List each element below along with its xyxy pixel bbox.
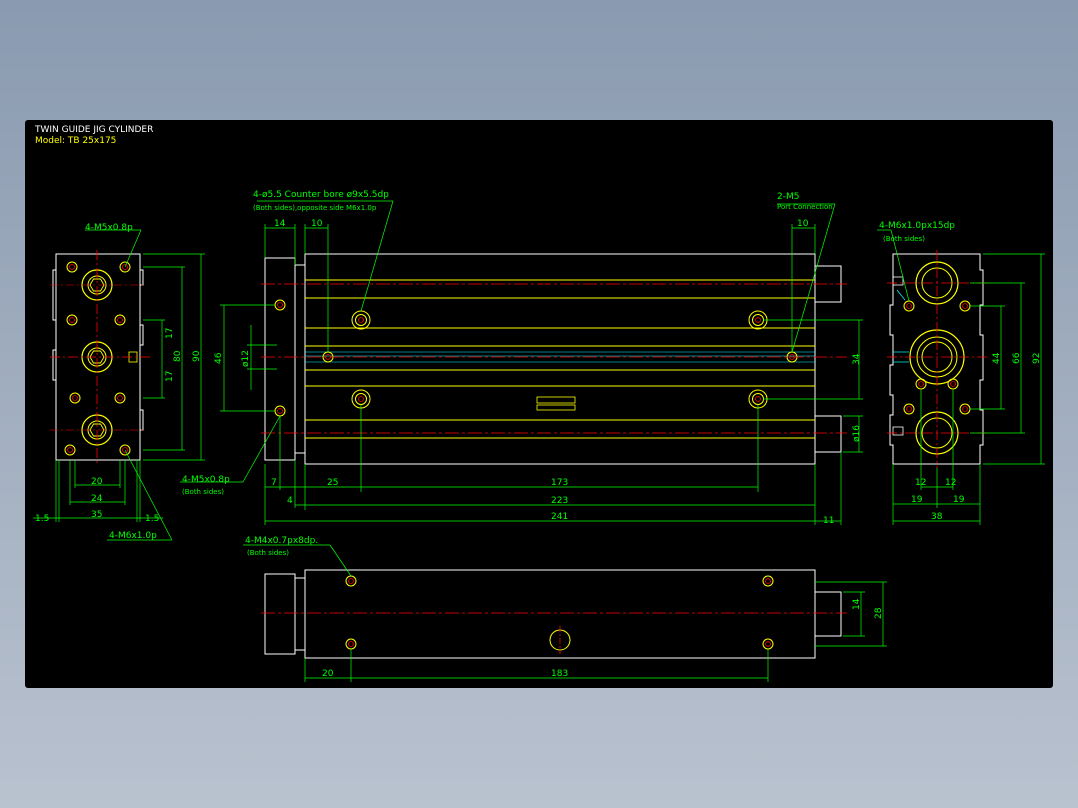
left-callout-top: 4-M5x0.8p	[85, 223, 133, 233]
left-callout-bottom: 4-M6x1.0p	[109, 531, 157, 541]
drawing-canvas: TWIN GUIDE JIG CYLINDER Model: TB 25x175	[25, 120, 1053, 688]
left-dim-90: 90	[192, 350, 202, 362]
right-dim-12b: 12	[945, 478, 956, 488]
front-dim-14: 14	[274, 219, 286, 229]
front-dim-223: 223	[551, 496, 568, 506]
front-callout-port-note: Port Connection	[777, 203, 833, 211]
front-dim-241: 241	[551, 512, 568, 522]
bottom-dim-14: 14	[852, 598, 862, 610]
front-dim-10b: 10	[797, 219, 809, 229]
front-dim-4: 4	[287, 496, 293, 506]
right-dim-19a: 19	[911, 495, 923, 505]
left-end-view	[33, 229, 205, 541]
front-dim-10a: 10	[311, 219, 323, 229]
front-dim-12: ø12	[241, 350, 251, 367]
front-dim-173: 173	[551, 478, 568, 488]
left-dim-17b: 17	[165, 371, 175, 382]
bottom-callout: 4-M4x0.7px8dp.	[245, 536, 318, 546]
right-dim-12a: 12	[915, 478, 926, 488]
front-dim-46: 46	[214, 352, 224, 364]
right-end-view	[877, 229, 1045, 525]
right-dim-19b: 19	[953, 495, 965, 505]
front-dim-7: 7	[271, 478, 277, 488]
left-dim-24: 24	[91, 494, 103, 504]
front-dim-16: ø16	[852, 425, 862, 442]
bottom-dim-183: 183	[551, 669, 568, 679]
right-dim-44: 44	[992, 352, 1002, 364]
bottom-view	[243, 544, 887, 682]
bottom-callout-note: (Both sides)	[247, 549, 289, 557]
front-callout-port: 2-M5	[777, 192, 799, 202]
front-callout-m5-note: (Both sides)	[182, 488, 224, 496]
left-dim-1-5a: 1.5	[35, 514, 49, 524]
right-dim-66: 66	[1012, 352, 1022, 364]
front-callout-m5: 4-M5x0.8p	[182, 475, 230, 485]
left-dim-80: 80	[173, 350, 183, 362]
front-view	[180, 200, 863, 525]
right-callout: 4-M6x1.0px15dp	[879, 221, 955, 231]
left-dim-17a: 17	[165, 328, 175, 339]
left-dim-20: 20	[91, 477, 103, 487]
bottom-dim-20: 20	[322, 669, 334, 679]
right-dim-92: 92	[1032, 353, 1042, 364]
front-callout-counterbore: 4-ø5.5 Counter bore ø9x5.5dp	[253, 190, 389, 200]
front-dim-11: 11	[823, 516, 834, 526]
front-callout-counterbore-note: (Both sides),opposite side M6x1.0p	[253, 204, 377, 212]
front-dim-34: 34	[852, 353, 862, 365]
right-callout-note: (Both sides)	[883, 235, 925, 243]
left-dim-1-5b: 1.5	[145, 514, 159, 524]
front-dim-25: 25	[327, 478, 338, 488]
right-dim-38: 38	[931, 512, 943, 522]
cad-drawing: 4-M5x0.8p 4-M6x1.0p 17 17 80 90 20 24 35…	[33, 190, 1045, 682]
left-dim-35: 35	[91, 510, 102, 520]
bottom-dim-28: 28	[874, 607, 884, 619]
